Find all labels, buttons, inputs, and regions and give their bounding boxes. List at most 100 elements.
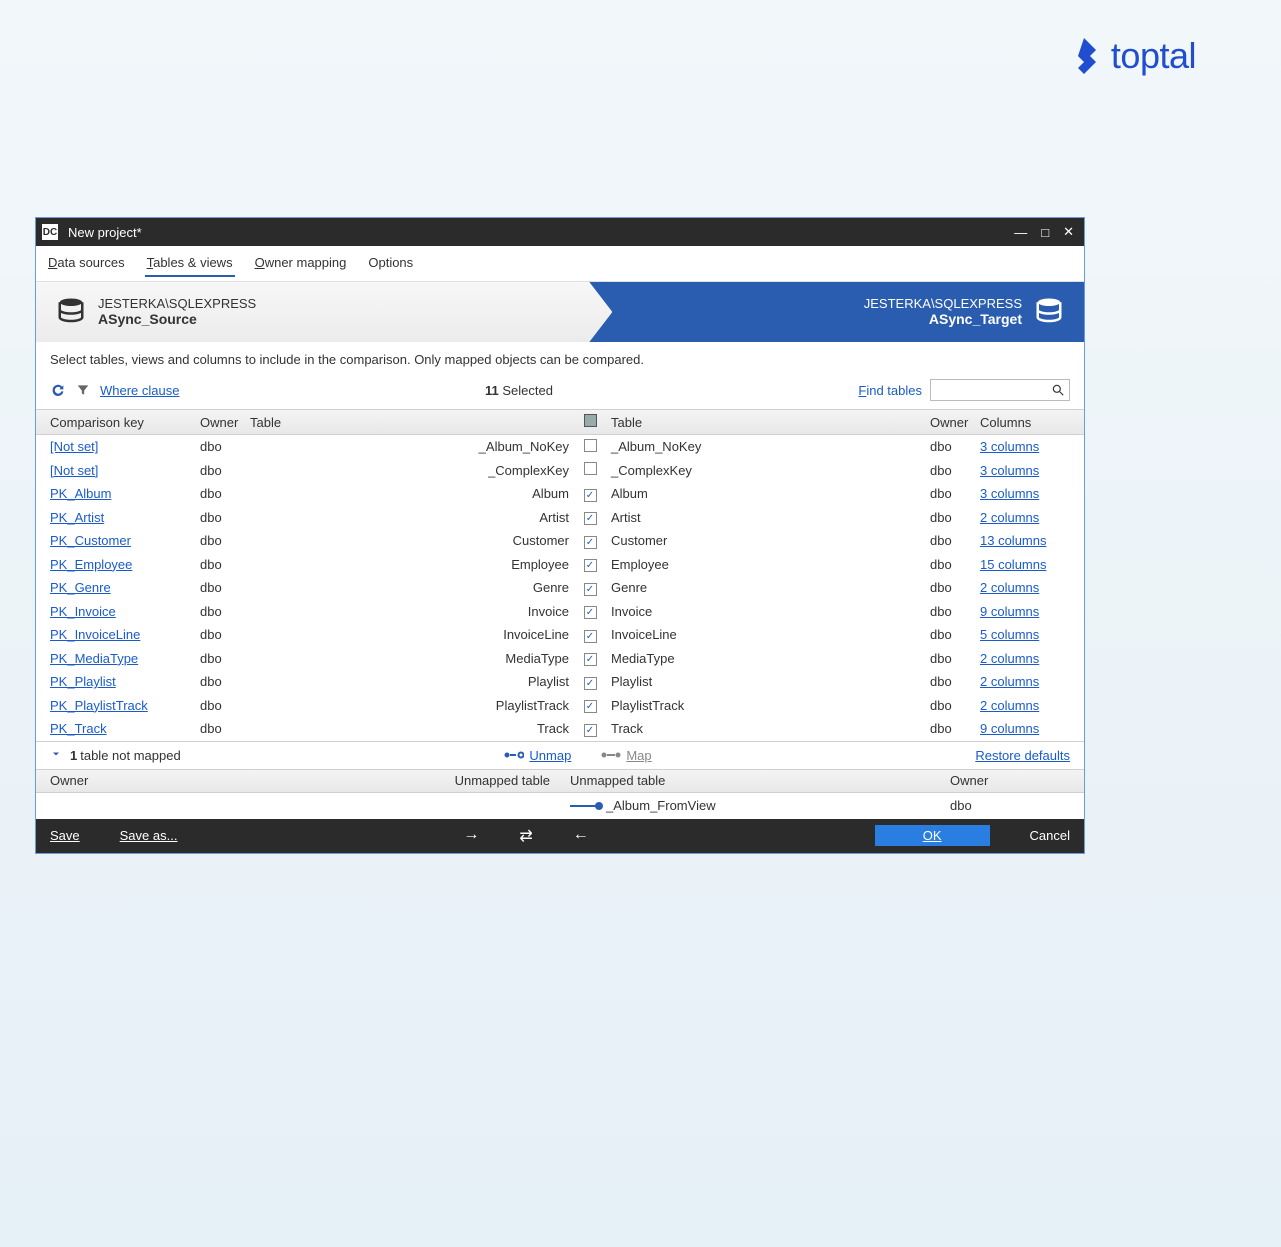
find-tables-label[interactable]: Find tables — [858, 383, 922, 398]
table-row[interactable]: [Not set]dbo_ComplexKey_ComplexKeydbo3 c… — [36, 459, 1084, 483]
instruction-text: Select tables, views and columns to incl… — [36, 342, 1084, 375]
comparison-key-link[interactable]: PK_MediaType — [50, 651, 138, 666]
table-row[interactable]: PK_GenredboGenreGenredbo2 columns — [36, 576, 1084, 600]
table-row[interactable]: [Not set]dbo_Album_NoKey_Album_NoKeydbo3… — [36, 435, 1084, 459]
columns-link[interactable]: 3 columns — [980, 439, 1039, 454]
row-checkbox[interactable] — [584, 677, 597, 690]
table-row[interactable]: PK_TrackdboTrackTrackdbo9 columns — [36, 717, 1084, 741]
row-checkbox[interactable] — [584, 462, 597, 475]
unmap-button[interactable]: Unmap — [504, 748, 571, 763]
ok-button[interactable]: OK — [875, 825, 990, 846]
cancel-button[interactable]: Cancel — [1030, 828, 1070, 843]
table-row[interactable]: PK_ArtistdboArtistArtistdbo2 columns — [36, 506, 1084, 530]
row-checkbox[interactable] — [584, 583, 597, 596]
row-owner: dbo — [200, 721, 250, 736]
hdr-unmapped-table2[interactable]: Unmapped table — [560, 773, 950, 788]
table-row[interactable]: PK_InvoiceLinedboInvoiceLineInvoiceLined… — [36, 623, 1084, 647]
row-table-source: Artist — [250, 510, 575, 525]
hdr-table2[interactable]: Table — [605, 415, 930, 430]
comparison-key-link[interactable]: PK_Invoice — [50, 604, 116, 619]
comparison-key-link[interactable]: PK_PlaylistTrack — [50, 698, 148, 713]
unmapped-row[interactable]: _Album_FromView dbo — [36, 793, 1084, 819]
hdr-table[interactable]: Table — [250, 415, 575, 430]
hdr-unmapped-owner[interactable]: Owner — [50, 773, 440, 788]
refresh-icon[interactable] — [50, 382, 66, 398]
hdr-comparison-key[interactable]: Comparison key — [50, 415, 200, 430]
row-checkbox[interactable] — [584, 512, 597, 525]
columns-link[interactable]: 5 columns — [980, 627, 1039, 642]
unmap-icon — [504, 749, 524, 761]
menu-options[interactable]: Options — [366, 252, 415, 277]
row-table-source: Employee — [250, 557, 575, 572]
table-row[interactable]: PK_InvoicedboInvoiceInvoicedbo9 columns — [36, 600, 1084, 624]
window-title: New project* — [68, 225, 1014, 240]
hdr-columns[interactable]: Columns — [980, 415, 1070, 430]
comparison-key-link[interactable]: [Not set] — [50, 439, 98, 454]
row-checkbox[interactable] — [584, 700, 597, 713]
source-db-panel[interactable]: JESTERKA\SQLEXPRESS ASync_Source — [36, 282, 612, 342]
row-checkbox[interactable] — [584, 559, 597, 572]
comparison-key-link[interactable]: PK_Genre — [50, 580, 111, 595]
comparison-key-link[interactable]: PK_Employee — [50, 557, 132, 572]
row-table-target: Genre — [605, 580, 930, 595]
columns-link[interactable]: 2 columns — [980, 580, 1039, 595]
menu-owner_mapping[interactable]: Owner mapping — [253, 252, 349, 277]
hdr-owner[interactable]: Owner — [200, 415, 250, 430]
save-button[interactable]: Save — [50, 828, 80, 843]
comparison-key-link[interactable]: [Not set] — [50, 463, 98, 478]
columns-link[interactable]: 2 columns — [980, 651, 1039, 666]
hdr-owner2[interactable]: Owner — [930, 415, 980, 430]
save-as-button[interactable]: Save as... — [120, 828, 178, 843]
row-checkbox[interactable] — [584, 489, 597, 502]
hdr-unmapped-table1[interactable]: Unmapped table — [440, 773, 560, 788]
comparison-key-link[interactable]: PK_Track — [50, 721, 107, 736]
comparison-key-link[interactable]: PK_Album — [50, 486, 111, 501]
row-checkbox[interactable] — [584, 630, 597, 643]
row-checkbox[interactable] — [584, 653, 597, 666]
hdr-unmapped-owner2[interactable]: Owner — [950, 773, 1070, 788]
nav-left-icon[interactable]: ← — [573, 826, 589, 846]
columns-link[interactable]: 9 columns — [980, 604, 1039, 619]
columns-link[interactable]: 13 columns — [980, 533, 1046, 548]
comparison-key-link[interactable]: PK_Playlist — [50, 674, 116, 689]
columns-link[interactable]: 15 columns — [980, 557, 1046, 572]
columns-link[interactable]: 3 columns — [980, 486, 1039, 501]
columns-link[interactable]: 2 columns — [980, 698, 1039, 713]
menu-data_sources[interactable]: Data sources — [46, 252, 127, 277]
comparison-key-link[interactable]: PK_InvoiceLine — [50, 627, 140, 642]
comparison-key-link[interactable]: PK_Artist — [50, 510, 104, 525]
select-all-checkbox[interactable] — [584, 414, 597, 427]
where-clause-link[interactable]: Where clause — [100, 383, 179, 398]
swap-icon[interactable]: ⇄ — [519, 826, 532, 846]
row-table-source: Customer — [250, 533, 575, 548]
table-row[interactable]: PK_PlaylistdboPlaylistPlaylistdbo2 colum… — [36, 670, 1084, 694]
maximize-button[interactable]: □ — [1041, 225, 1049, 240]
table-row[interactable]: PK_MediaTypedboMediaTypeMediaTypedbo2 co… — [36, 647, 1084, 671]
row-checkbox[interactable] — [584, 536, 597, 549]
map-button[interactable]: Map — [601, 748, 651, 763]
row-checkbox[interactable] — [584, 439, 597, 452]
close-button[interactable]: ✕ — [1063, 224, 1074, 240]
table-row[interactable]: PK_EmployeedboEmployeeEmployeedbo15 colu… — [36, 553, 1084, 577]
columns-link[interactable]: 2 columns — [980, 674, 1039, 689]
row-owner: dbo — [200, 557, 250, 572]
columns-link[interactable]: 9 columns — [980, 721, 1039, 736]
table-row[interactable]: PK_CustomerdboCustomerCustomerdbo13 colu… — [36, 529, 1084, 553]
row-checkbox[interactable] — [584, 724, 597, 737]
unmapped-label: table not mapped — [80, 748, 180, 763]
nav-right-icon[interactable]: → — [463, 826, 479, 846]
columns-link[interactable]: 2 columns — [980, 510, 1039, 525]
search-input[interactable] — [930, 379, 1070, 401]
row-checkbox[interactable] — [584, 606, 597, 619]
filter-icon[interactable] — [76, 383, 90, 397]
comparison-key-link[interactable]: PK_Customer — [50, 533, 131, 548]
expand-icon[interactable] — [50, 748, 62, 763]
columns-link[interactable]: 3 columns — [980, 463, 1039, 478]
toptal-logo: toptal — [1077, 35, 1196, 77]
restore-defaults-link[interactable]: Restore defaults — [975, 748, 1070, 763]
minimize-button[interactable]: — — [1014, 225, 1027, 240]
table-row[interactable]: PK_PlaylistTrackdboPlaylistTrackPlaylist… — [36, 694, 1084, 718]
table-row[interactable]: PK_AlbumdboAlbumAlbumdbo3 columns — [36, 482, 1084, 506]
menu-tables_views[interactable]: Tables & views — [145, 252, 235, 277]
target-db-panel[interactable]: JESTERKA\SQLEXPRESS ASync_Target — [612, 282, 1084, 342]
